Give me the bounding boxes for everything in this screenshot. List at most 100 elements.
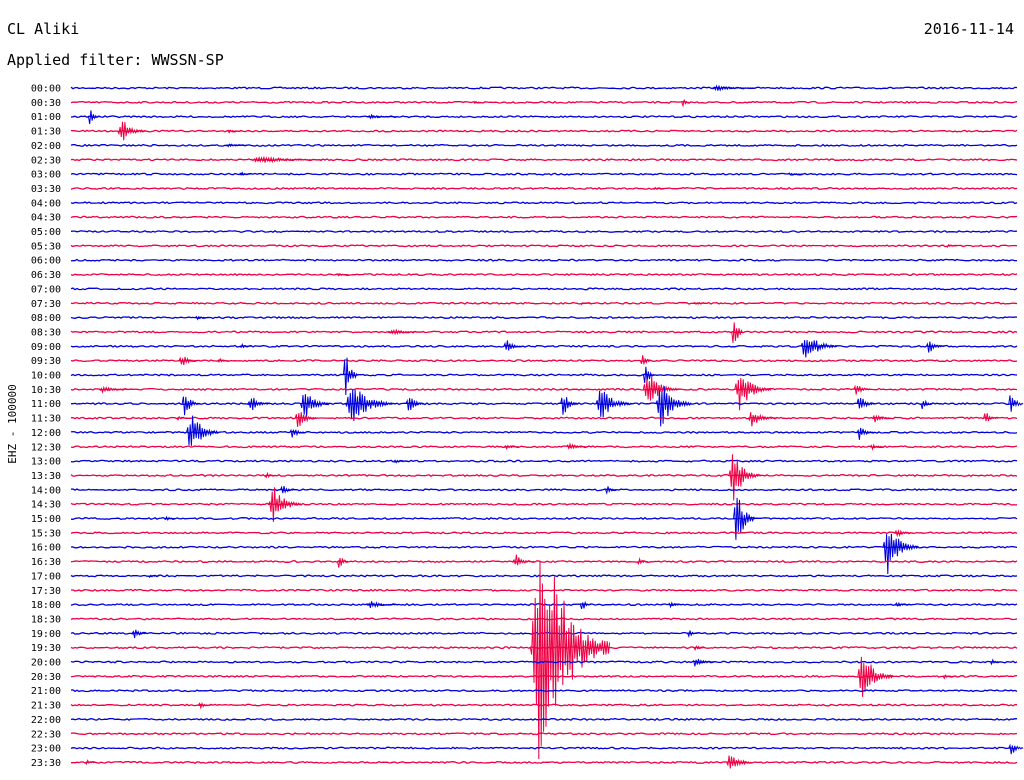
row-time-label: 11:30 [31, 414, 61, 425]
seismic-event [605, 486, 617, 495]
seismic-trace-line [70, 387, 1018, 391]
row-time-label: 08:00 [31, 313, 61, 324]
seismic-trace-line [70, 703, 1017, 707]
row-time-label: 09:00 [31, 342, 61, 353]
row-time-label: 15:00 [31, 514, 61, 525]
seismic-event [88, 110, 100, 125]
row-time-label: 00:30 [31, 98, 61, 109]
row-time-label: 05:30 [31, 241, 61, 252]
seismic-trace-line [70, 359, 1018, 363]
seismic-event [711, 84, 756, 92]
row-time-label: 06:30 [31, 270, 61, 281]
y-axis-label: EHZ - 100000 [6, 384, 19, 463]
row-time-label: 15:30 [31, 528, 61, 539]
seismic-trace-line [70, 115, 1018, 119]
row-time-label: 14:30 [31, 500, 61, 511]
seismic-event [1008, 743, 1024, 755]
seismic-event [655, 386, 693, 427]
seismic-event [989, 658, 1002, 666]
row-time-label: 22:00 [31, 715, 61, 726]
seismic-event [681, 99, 690, 108]
row-time-label: 17:30 [31, 586, 61, 597]
seismic-event [181, 396, 201, 416]
row-time-label: 10:30 [31, 385, 61, 396]
row-time-label: 12:00 [31, 428, 61, 439]
seismic-event [186, 415, 220, 446]
seismic-trace-line [70, 287, 1018, 291]
seismic-event [300, 394, 330, 417]
row-time-label: 09:30 [31, 356, 61, 367]
seismic-event [894, 528, 913, 538]
row-time-label: 00:00 [31, 84, 61, 95]
seismic-event [920, 399, 932, 410]
row-time-label: 18:30 [31, 614, 61, 625]
seismic-trace-line [70, 229, 1018, 234]
seismic-trace-line [71, 416, 1018, 420]
seismic-event [925, 341, 945, 353]
seismic-trace-line [70, 129, 1018, 133]
seismic-trace-line [70, 258, 1018, 262]
seismic-event [225, 143, 248, 148]
seismic-trace-line [70, 143, 1018, 147]
seismic-trace-line [70, 602, 1018, 607]
seismic-event [503, 340, 522, 351]
seismic-event [800, 340, 838, 358]
seismic-event [264, 471, 276, 479]
seismic-event [731, 322, 744, 343]
row-time-label: 22:30 [31, 729, 61, 740]
row-time-label: 18:00 [31, 600, 61, 611]
seismic-trace-line [70, 660, 1018, 664]
row-time-label: 08:30 [31, 327, 61, 338]
seismic-trace-line [70, 516, 1018, 521]
seismic-event [853, 384, 872, 395]
seismic-event [687, 630, 699, 638]
seismic-trace-line [70, 186, 1018, 190]
seismic-trace-line [70, 172, 1018, 176]
row-time-label: 04:00 [31, 198, 61, 209]
helicorder-plot: 00:00 00:30 01:00 01:30 02:00 02:30 03:00 03:30… [6, 84, 1024, 769]
row-time-label: 19:00 [31, 629, 61, 640]
seismic-trace-line [70, 301, 1018, 305]
row-time-label: 20:30 [31, 672, 61, 683]
row-time-label: 04:30 [31, 213, 61, 224]
seismic-trace-line [70, 545, 1018, 549]
seismic-event [856, 427, 876, 440]
seismic-event [734, 378, 772, 411]
row-time-label: 23:00 [31, 744, 61, 755]
seismic-event [345, 389, 393, 422]
seismic-event [856, 398, 876, 409]
seismic-event [1008, 395, 1024, 412]
row-time-label: 16:30 [31, 557, 61, 568]
row-time-label: 01:00 [31, 112, 61, 123]
seismic-trace-line [70, 316, 1018, 320]
seismic-trace-line [70, 244, 1018, 248]
seismic-event [580, 301, 592, 306]
seismic-event [84, 759, 97, 766]
seismic-event [560, 397, 579, 415]
seismic-trace-line [70, 201, 1018, 205]
row-time-label: 10:00 [31, 371, 61, 382]
seismic-trace-line [70, 344, 1018, 348]
row-time-label: 13:30 [31, 471, 61, 482]
row-time-label: 14:00 [31, 485, 61, 496]
row-time-label: 01:30 [31, 127, 61, 138]
seismic-event [247, 397, 270, 411]
row-time-label: 21:00 [31, 686, 61, 697]
seismic-event [747, 412, 778, 427]
seismic-event [643, 366, 655, 384]
row-time-label: 07:30 [31, 299, 61, 310]
seismic-event [178, 356, 198, 365]
seismic-event [726, 755, 753, 769]
seismic-trace-line [70, 746, 1018, 750]
row-time-label: 12:30 [31, 442, 61, 453]
seismic-trace-line [70, 86, 1018, 90]
row-time-label: 02:00 [31, 141, 61, 152]
seismic-trace-line [70, 560, 1018, 564]
row-time-label: 11:00 [31, 399, 61, 410]
seismic-trace-line [70, 373, 1018, 377]
seismic-trace-line [70, 330, 1018, 334]
seismic-event [405, 398, 425, 411]
row-time-label: 02:30 [31, 155, 61, 166]
row-time-label: 13:00 [31, 457, 61, 468]
seismic-trace-line [70, 502, 1018, 506]
